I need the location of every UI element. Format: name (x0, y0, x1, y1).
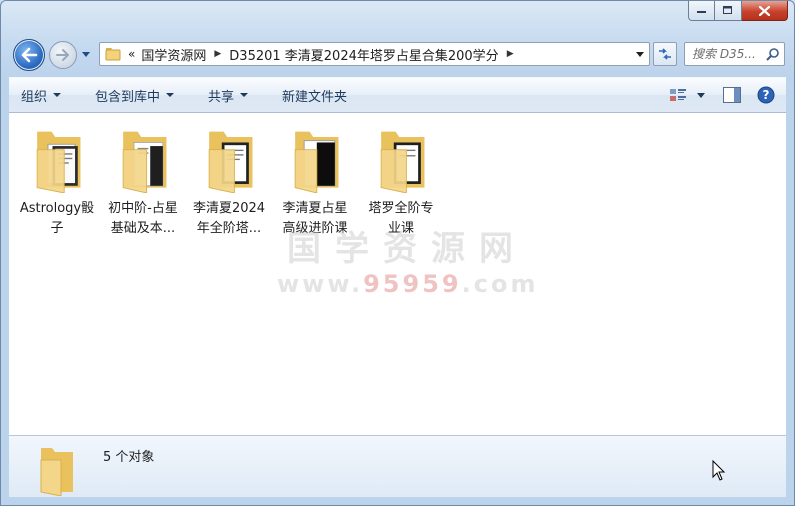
folder-name: 塔罗全阶专 业课 (357, 199, 445, 239)
address-history-dropdown[interactable] (635, 48, 645, 60)
search-box[interactable] (684, 42, 785, 66)
new-folder-label: 新建文件夹 (282, 89, 348, 105)
chevron-down-icon (697, 92, 705, 98)
folder-name-line: 子 (50, 221, 64, 236)
share-label: 共享 (208, 89, 235, 105)
folder-name-line: 高级进阶课 (282, 221, 348, 236)
folder-icon (40, 448, 73, 496)
view-options-dropdown[interactable] (692, 78, 710, 112)
minimize-button[interactable] (688, 1, 715, 21)
share-menu[interactable]: 共享 (196, 78, 260, 112)
maximize-icon (723, 6, 732, 14)
breadcrumb-separator-icon[interactable]: ▶ (214, 49, 221, 59)
organize-menu[interactable]: 组织 (9, 78, 73, 112)
maximize-button[interactable] (715, 1, 742, 21)
watermark-url-suffix: .com (461, 270, 539, 298)
folder-name: 李清夏2024 年全阶塔... (185, 199, 273, 239)
folder-icon (36, 131, 81, 193)
minimize-icon (696, 10, 706, 13)
folder-icon (294, 131, 339, 193)
folder-item[interactable]: Astrology骰 子 (16, 117, 98, 239)
watermark-url: www.95959.com (277, 270, 537, 298)
refresh-button[interactable] (653, 42, 677, 66)
folder-name-line: 年全阶塔... (196, 221, 262, 236)
forward-button[interactable] (49, 41, 77, 69)
search-icon (766, 48, 779, 61)
folder-name-line: 初中阶-占星 (108, 201, 178, 216)
explorer-window: « 国学资源网 ▶ D35201 李清夏2024年塔罗占星合集200学分 ▶ 组… (0, 0, 795, 506)
organize-label: 组织 (21, 89, 48, 105)
watermark-url-prefix: www. (277, 270, 364, 298)
back-button[interactable] (13, 39, 45, 71)
folder-name-line: 李清夏2024 (192, 201, 266, 216)
breadcrumb: 国学资源网 ▶ D35201 李清夏2024年塔罗占星合集200学分 ▶ (141, 45, 521, 64)
close-icon (759, 5, 770, 16)
folder-name-line: 李清夏占星 (282, 201, 348, 216)
view-options-icon (670, 89, 686, 101)
preview-pane-button[interactable] (718, 78, 746, 112)
breadcrumb-item-root[interactable]: 国学资源网 (141, 45, 206, 64)
change-view-button[interactable] (664, 78, 692, 112)
chevron-down-icon (240, 93, 249, 97)
folder-item[interactable]: 李清夏2024 年全阶塔... (188, 117, 270, 239)
include-in-library-menu[interactable]: 包含到库中 (83, 78, 186, 112)
address-bar[interactable]: « 国学资源网 ▶ D35201 李清夏2024年塔罗占星合集200学分 ▶ (99, 42, 650, 66)
mouse-cursor-icon (712, 460, 726, 481)
file-list[interactable]: Astrology骰 子 初中阶-占星 基础及本... 李清夏2024 年全阶塔… (9, 113, 786, 435)
folder-name-line: 基础及本... (110, 221, 176, 236)
folder-name: 初中阶-占星 基础及本... (99, 199, 187, 239)
help-icon: ? (757, 86, 775, 104)
chevron-down-icon (53, 93, 62, 97)
item-count: 5 个对象 (103, 450, 155, 465)
folder-icon (208, 131, 253, 193)
close-button[interactable] (742, 1, 788, 21)
chevron-down-icon (82, 51, 90, 57)
chevron-down-icon (166, 93, 175, 97)
svg-text:?: ? (763, 88, 770, 102)
chevron-down-icon (636, 51, 644, 57)
breadcrumb-overflow-button[interactable]: « (128, 47, 135, 61)
view-tools: ? (664, 78, 786, 112)
recent-pages-dropdown[interactable] (81, 49, 91, 59)
folder-item[interactable]: 初中阶-占星 基础及本... (102, 117, 184, 239)
forward-arrow-icon (56, 49, 69, 61)
folder-item[interactable]: 李清夏占星 高级进阶课 (274, 117, 356, 239)
folder-icon (122, 131, 167, 193)
folder-icon (102, 43, 124, 65)
refresh-icon (659, 48, 671, 60)
folder-icon (380, 131, 425, 193)
search-input[interactable] (692, 47, 772, 61)
folder-name-line: Astrology骰 (19, 201, 95, 216)
watermark-url-accent: 95959 (363, 270, 462, 298)
folder-name-line: 业课 (387, 221, 414, 236)
include-in-library-label: 包含到库中 (95, 89, 161, 105)
details-pane: 5 个对象 (9, 435, 786, 497)
breadcrumb-separator-icon[interactable]: ▶ (507, 49, 514, 59)
breadcrumb-item-current[interactable]: D35201 李清夏2024年塔罗占星合集200学分 (229, 45, 498, 64)
folder-name-line: 塔罗全阶专 (368, 201, 434, 216)
back-arrow-icon (21, 47, 38, 63)
new-folder-button[interactable]: 新建文件夹 (270, 78, 359, 112)
folder-name: 李清夏占星 高级进阶课 (271, 199, 359, 239)
preview-pane-icon (723, 87, 741, 103)
help-button[interactable]: ? (752, 78, 780, 112)
folder-name: Astrology骰 子 (13, 199, 101, 239)
folder-item[interactable]: 塔罗全阶专 业课 (360, 117, 442, 239)
command-bar: 组织 包含到库中 共享 新建文件夹 ? (9, 77, 786, 113)
caption-buttons (688, 1, 788, 21)
